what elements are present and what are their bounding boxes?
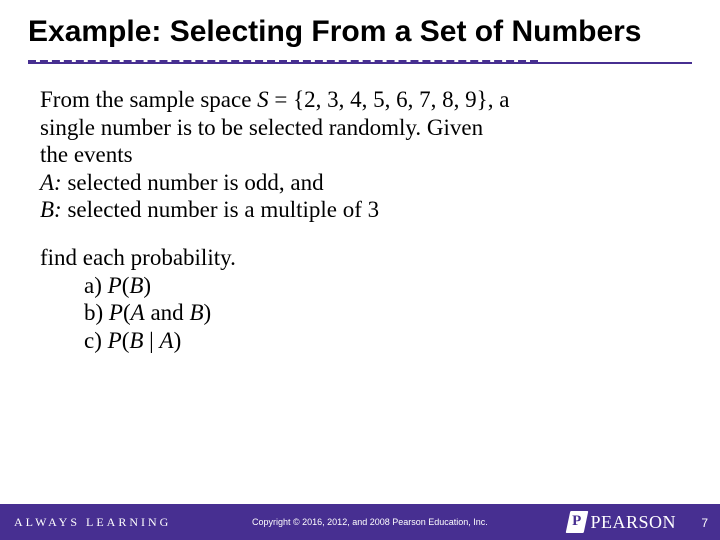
body-line-5: B: selected number is a multiple of 3 <box>40 196 680 224</box>
slide-title: Example: Selecting From a Set of Numbers <box>28 14 692 50</box>
footer-bar: ALWAYS LEARNING Copyright © 2016, 2012, … <box>0 504 720 540</box>
cond-bar: | <box>143 328 159 353</box>
pearson-logo-icon <box>566 511 589 533</box>
paren: ) <box>143 273 151 298</box>
spacer <box>40 224 680 244</box>
paren: ( <box>123 300 131 325</box>
body-line-3: the events <box>40 141 680 169</box>
var-B: B: <box>40 197 62 222</box>
sublist: a) P(B) b) P(A and B) c) P(B | A) <box>40 272 680 355</box>
var-B: B <box>129 273 143 298</box>
var-B: B <box>189 300 203 325</box>
label-a: a) <box>84 273 108 298</box>
pearson-wordmark: PEARSON <box>590 512 676 533</box>
label-c: c) <box>84 328 108 353</box>
copyright-text: Copyright © 2016, 2012, and 2008 Pearson… <box>171 517 568 527</box>
label-b: b) <box>84 300 109 325</box>
var-A: A <box>131 300 145 325</box>
func-P: P <box>109 300 123 325</box>
content-body: From the sample space S = {2, 3, 4, 5, 6… <box>0 64 720 354</box>
brand-block: PEARSON <box>568 511 720 533</box>
text: selected number is odd, and <box>62 170 324 195</box>
slide: Example: Selecting From a Set of Numbers… <box>0 0 720 540</box>
find-line: find each probability. <box>40 244 680 272</box>
body-line-2: single number is to be selected randomly… <box>40 114 680 142</box>
var-A: A: <box>40 170 62 195</box>
var-B: B <box>129 328 143 353</box>
item-c: c) P(B | A) <box>84 327 680 355</box>
text: From the sample space <box>40 87 257 112</box>
paren: ) <box>174 328 182 353</box>
text-and: and <box>145 300 190 325</box>
paren: ) <box>204 300 212 325</box>
footer-tagline: ALWAYS LEARNING <box>0 515 171 530</box>
func-P: P <box>108 273 122 298</box>
text: selected number is a multiple of 3 <box>62 197 379 222</box>
body-line-4: A: selected number is odd, and <box>40 169 680 197</box>
title-block: Example: Selecting From a Set of Numbers <box>0 0 720 50</box>
var-A: A <box>160 328 174 353</box>
func-P: P <box>108 328 122 353</box>
body-line-1: From the sample space S = {2, 3, 4, 5, 6… <box>40 86 680 114</box>
item-a: a) P(B) <box>84 272 680 300</box>
var-S: S <box>257 87 269 112</box>
item-b: b) P(A and B) <box>84 299 680 327</box>
page-number: 7 <box>701 516 708 530</box>
text: = {2, 3, 4, 5, 6, 7, 8, 9}, a <box>269 87 510 112</box>
